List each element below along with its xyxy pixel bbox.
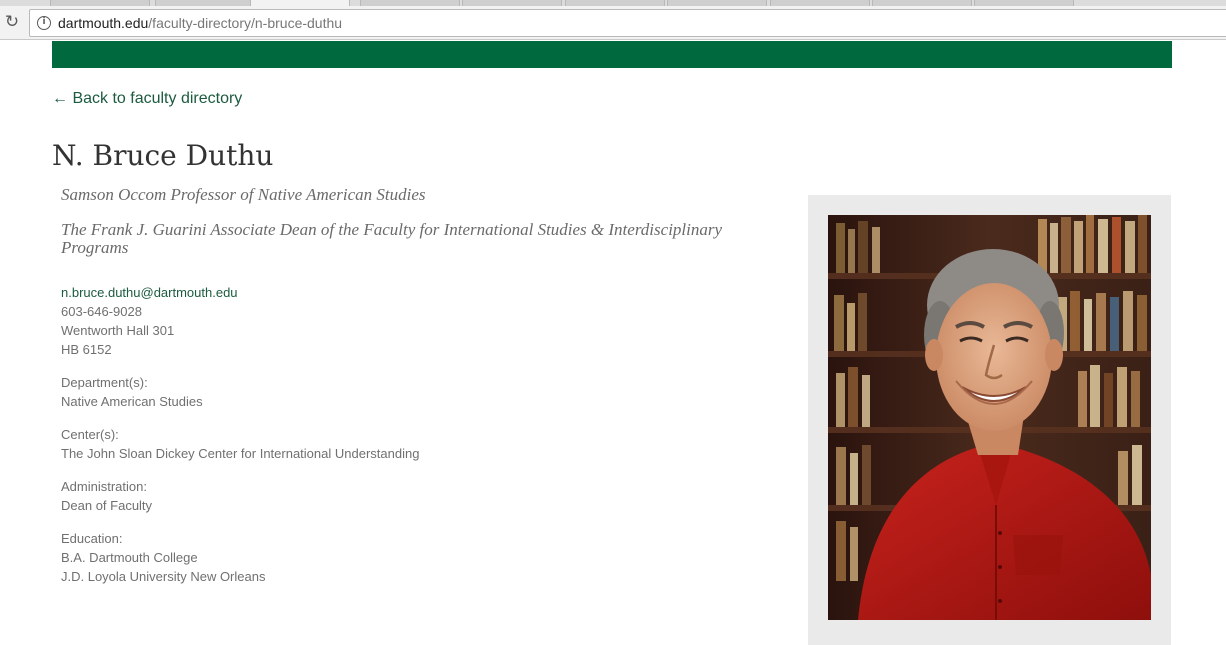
portrait-photo bbox=[828, 215, 1151, 620]
education-section: Education: B.A. Dartmouth College J.D. L… bbox=[61, 529, 761, 586]
section-value: Native American Studies bbox=[61, 394, 203, 409]
section-label: Center(s): bbox=[61, 427, 119, 442]
info-icon[interactable]: i bbox=[37, 16, 51, 30]
email-link[interactable]: n.bruce.duthu@dartmouth.edu bbox=[61, 283, 761, 302]
site-header-bar bbox=[52, 41, 1172, 68]
page-title: N. Bruce Duthu bbox=[52, 139, 274, 172]
contact-block: n.bruce.duthu@dartmouth.edu 603-646-9028… bbox=[61, 283, 761, 359]
url-host: dartmouth.edu bbox=[58, 15, 149, 31]
section-value: B.A. Dartmouth College bbox=[61, 550, 198, 565]
section-value: Dean of Faculty bbox=[61, 498, 153, 513]
address-bar[interactable]: i dartmouth.edu/faculty-directory/n-bruc… bbox=[29, 9, 1226, 37]
portrait-frame bbox=[808, 195, 1171, 645]
section-value: The John Sloan Dickey Center for Interna… bbox=[61, 446, 420, 461]
faculty-titles: Samson Occom Professor of Native America… bbox=[61, 186, 781, 274]
contact-info: n.bruce.duthu@dartmouth.edu 603-646-9028… bbox=[61, 283, 761, 586]
browser-toolbar: ↻ i dartmouth.edu/faculty-directory/n-br… bbox=[0, 6, 1226, 40]
portrait-illustration bbox=[828, 215, 1151, 620]
reload-icon[interactable]: ↻ bbox=[2, 12, 22, 32]
mail-code: HB 6152 bbox=[61, 342, 112, 357]
faculty-title: The Frank J. Guarini Associate Dean of t… bbox=[61, 220, 723, 257]
section-label: Administration: bbox=[61, 479, 147, 494]
back-to-directory-link[interactable]: ← Back to faculty directory bbox=[52, 89, 242, 109]
url-path: /faculty-directory/n-bruce-duthu bbox=[148, 15, 343, 31]
administration-section: Administration: Dean of Faculty bbox=[61, 477, 761, 515]
department-section: Department(s): Native American Studies bbox=[61, 373, 761, 411]
section-label: Department(s): bbox=[61, 375, 148, 390]
center-section: Center(s): The John Sloan Dickey Center … bbox=[61, 425, 761, 463]
section-label: Education: bbox=[61, 531, 123, 546]
faculty-title: Samson Occom Professor of Native America… bbox=[61, 185, 426, 204]
phone-number: 603-646-9028 bbox=[61, 304, 142, 319]
office-location: Wentworth Hall 301 bbox=[61, 323, 175, 338]
url-text[interactable]: dartmouth.edu/faculty-directory/n-bruce-… bbox=[58, 15, 342, 32]
section-value: J.D. Loyola University New Orleans bbox=[61, 569, 266, 584]
